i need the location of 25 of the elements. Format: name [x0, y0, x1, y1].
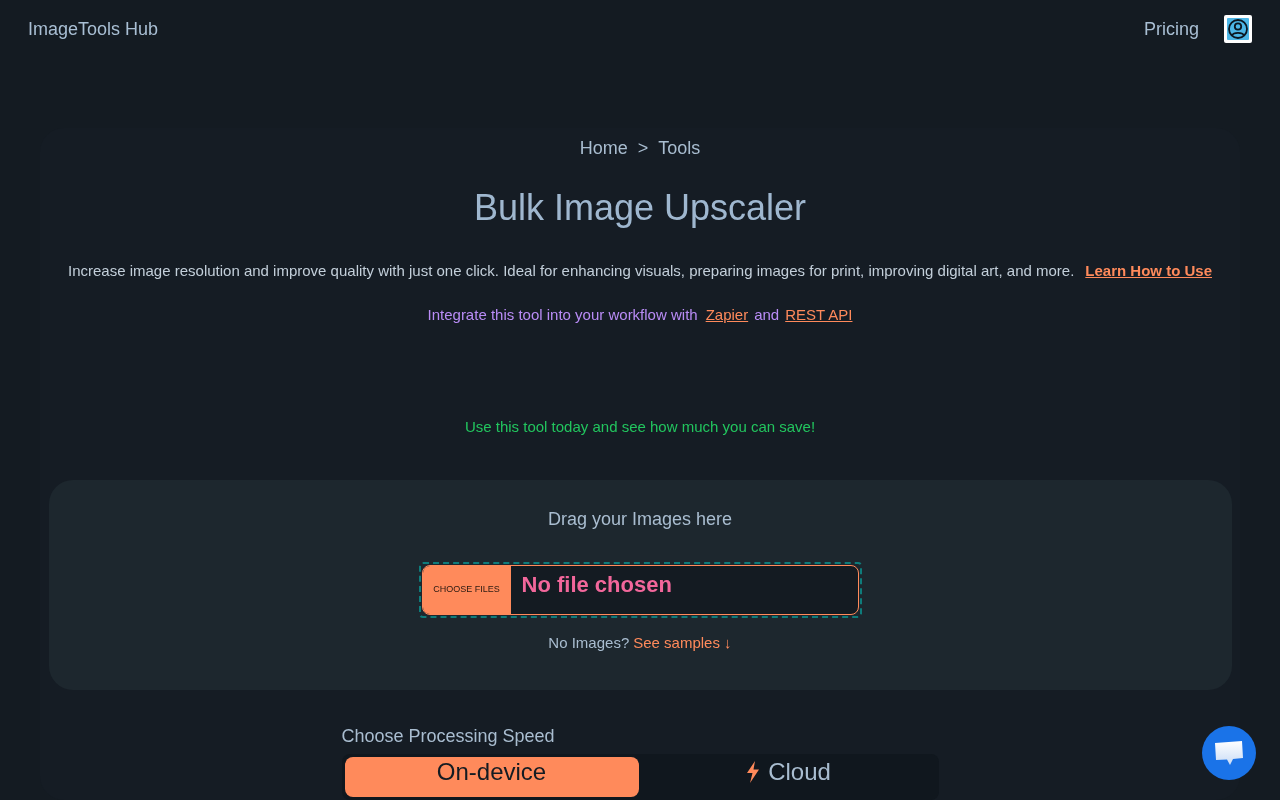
lightning-bolt-icon [746, 761, 761, 783]
file-status-text: No file chosen [520, 571, 672, 599]
promo-text: Use this tool today and see how much you can save! [464, 417, 816, 437]
speed-label: Choose Processing Speed [341, 725, 556, 748]
integration-text: Integrate this tool into your workflow with [427, 305, 698, 325]
breadcrumb-link[interactable]: Home [579, 134, 628, 162]
account-button[interactable] [1224, 15, 1252, 43]
brand-name[interactable]: ImageTools Hub [28, 15, 159, 43]
speed-option-tab[interactable]: Cloud [641, 757, 936, 797]
integration-text: and [754, 305, 780, 325]
integration-link[interactable]: REST API [785, 304, 853, 326]
integration-link[interactable]: Zapier [705, 304, 749, 326]
page-title: Bulk Image Upscaler [473, 188, 807, 228]
nav-link[interactable]: Pricing [1143, 15, 1199, 43]
breadcrumb-link[interactable]: Tools [658, 134, 701, 162]
learn-how-link[interactable]: Learn How to Use [1085, 260, 1212, 282]
user-avatar-icon [1224, 15, 1252, 43]
breadcrumb-separator: > [637, 137, 649, 160]
speed-option-tab[interactable]: On-device [344, 757, 639, 797]
chat-bubble-icon [1214, 740, 1244, 766]
description-text: Increase image resolution and improve quality with just one click. Ideal for enhancing visuals, preparing images for print, improving digital art, and more. [68, 261, 1075, 281]
samples-prompt: No Images? [548, 633, 630, 653]
upload-heading: Drag your Images here [547, 508, 733, 531]
see-samples-link[interactable]: See samples ↓ [633, 632, 732, 654]
choose-files-button[interactable]: CHOOSE FILES [422, 566, 511, 614]
